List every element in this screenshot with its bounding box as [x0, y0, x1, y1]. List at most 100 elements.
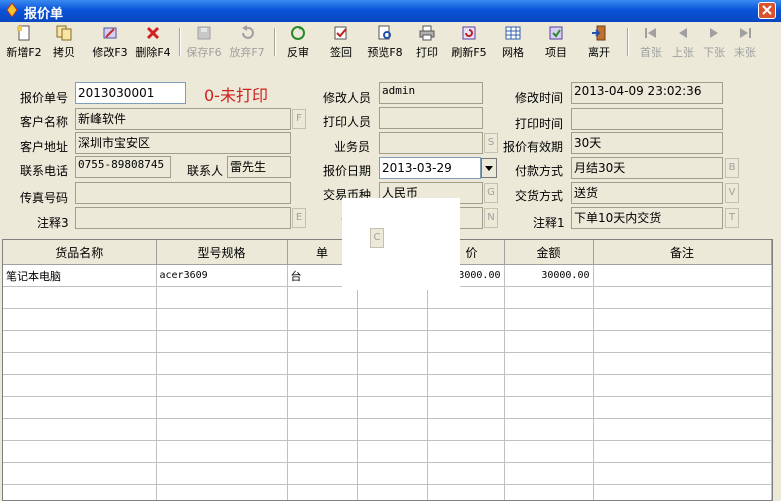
table-row-empty[interactable] [3, 308, 772, 331]
grid-button[interactable]: 网格 [497, 25, 529, 61]
table-row-empty[interactable] [3, 462, 772, 485]
cell-empty[interactable] [504, 462, 594, 485]
cell-empty[interactable] [357, 330, 428, 353]
modify-time-field[interactable]: 2013-04-09 23:02:36 [571, 82, 723, 104]
cell-empty[interactable] [3, 330, 157, 353]
cell-empty[interactable] [504, 484, 594, 500]
table-row-empty[interactable] [3, 396, 772, 419]
note1-lookup-button[interactable]: T [725, 208, 739, 228]
cell-empty[interactable] [593, 396, 772, 419]
cell-empty[interactable] [357, 396, 428, 419]
cell-empty[interactable] [156, 374, 288, 397]
hidden-field-lookup-button[interactable]: N [484, 208, 498, 228]
cell-model[interactable]: acer3609 [156, 264, 288, 287]
table-row-empty[interactable] [3, 440, 772, 463]
cell-empty[interactable] [357, 374, 428, 397]
table-row-empty[interactable] [3, 374, 772, 397]
cell-empty[interactable] [287, 462, 358, 485]
quote-no-field[interactable]: 2013030001 [75, 82, 186, 104]
fax-field[interactable] [75, 182, 291, 204]
cell-empty[interactable] [593, 374, 772, 397]
cell-empty[interactable] [504, 440, 594, 463]
unapprove-button[interactable]: 反审 [282, 25, 314, 61]
cell-empty[interactable] [3, 352, 157, 375]
cell-empty[interactable] [287, 330, 358, 353]
sign-button[interactable]: 签回 [325, 25, 357, 61]
customer-field[interactable]: 新峰软件 [75, 108, 291, 130]
print-time-field[interactable] [571, 108, 723, 130]
cell-empty[interactable] [156, 440, 288, 463]
delivery-lookup-button[interactable]: V [725, 183, 739, 203]
edit-button[interactable]: 修改F3 [90, 25, 130, 61]
cell-empty[interactable] [357, 352, 428, 375]
note1-field[interactable]: 下单10天内交货 [571, 207, 723, 229]
cell-empty[interactable] [287, 374, 358, 397]
cell-empty[interactable] [593, 418, 772, 441]
cell-empty[interactable] [427, 440, 505, 463]
cell-empty[interactable] [427, 484, 505, 500]
cell-empty[interactable] [156, 286, 288, 309]
note3-lookup-button[interactable]: E [292, 208, 306, 228]
date-dropdown-button[interactable] [481, 158, 497, 178]
col-header-product[interactable]: 货品名称 [3, 240, 157, 265]
valid-period-field[interactable]: 30天 [571, 132, 723, 154]
cell-empty[interactable] [504, 286, 594, 309]
prev-record-button[interactable]: 上张 [668, 25, 698, 61]
cell-empty[interactable] [593, 440, 772, 463]
cell-empty[interactable] [593, 462, 772, 485]
cell-empty[interactable] [287, 418, 358, 441]
salesman-field[interactable] [379, 132, 483, 154]
item-button[interactable]: 项目 [540, 25, 572, 61]
cell-empty[interactable] [3, 418, 157, 441]
cell-amount[interactable]: 30000.00 [504, 264, 594, 287]
cell-empty[interactable] [357, 462, 428, 485]
cell-empty[interactable] [156, 462, 288, 485]
cell-empty[interactable] [357, 484, 428, 500]
cell-empty[interactable] [427, 418, 505, 441]
copy-button[interactable]: 拷贝 [48, 25, 80, 61]
currency-lookup-button[interactable]: G [484, 183, 498, 203]
cell-empty[interactable] [357, 418, 428, 441]
first-record-button[interactable]: 首张 [636, 25, 666, 61]
new-button[interactable]: 新增F2 [4, 25, 44, 61]
cell-remark[interactable] [593, 264, 772, 287]
delivery-field[interactable]: 送货 [571, 182, 723, 204]
delete-button[interactable]: 删除F4 [133, 25, 173, 61]
next-record-button[interactable]: 下张 [699, 25, 729, 61]
cell-empty[interactable] [3, 286, 157, 309]
cell-empty[interactable] [3, 308, 157, 331]
cell-empty[interactable] [156, 308, 288, 331]
cell-empty[interactable] [3, 462, 157, 485]
table-row-empty[interactable] [3, 484, 772, 500]
cell-empty[interactable] [504, 374, 594, 397]
cell-empty[interactable] [3, 374, 157, 397]
table-row-empty[interactable] [3, 352, 772, 375]
cell-empty[interactable] [593, 286, 772, 309]
cell-empty[interactable] [427, 462, 505, 485]
cell-empty[interactable] [156, 418, 288, 441]
close-button[interactable] [758, 2, 776, 19]
last-record-button[interactable]: 末张 [730, 25, 760, 61]
obscured-lookup-button[interactable]: C [370, 228, 384, 248]
cell-empty[interactable] [287, 308, 358, 331]
col-header-amount[interactable]: 金额 [504, 240, 594, 265]
customer-lookup-button[interactable]: F [292, 109, 306, 129]
save-button[interactable]: 保存F6 [184, 25, 224, 61]
cell-empty[interactable] [287, 484, 358, 500]
cell-empty[interactable] [427, 308, 505, 331]
salesman-lookup-button[interactable]: S [484, 133, 498, 153]
print-button[interactable]: 打印 [411, 25, 443, 61]
cell-empty[interactable] [287, 440, 358, 463]
cell-empty[interactable] [427, 352, 505, 375]
cell-empty[interactable] [287, 352, 358, 375]
col-header-model[interactable]: 型号规格 [156, 240, 288, 265]
contact-field[interactable]: 雷先生 [227, 156, 291, 178]
cell-empty[interactable] [593, 352, 772, 375]
cell-empty[interactable] [504, 418, 594, 441]
discard-button[interactable]: 放弃F7 [227, 25, 267, 61]
cell-empty[interactable] [504, 352, 594, 375]
cell-empty[interactable] [156, 396, 288, 419]
cell-empty[interactable] [156, 484, 288, 500]
cell-empty[interactable] [504, 396, 594, 419]
phone-field[interactable]: 0755-89808745 [75, 156, 171, 178]
